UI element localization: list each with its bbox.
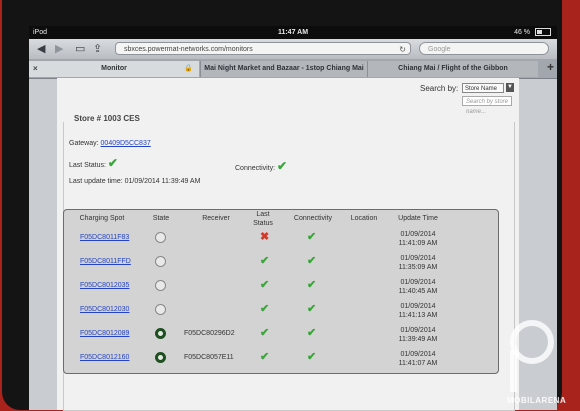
share-icon[interactable]: ⇪	[93, 41, 102, 57]
update-clock: 11:41:13 AM	[398, 312, 438, 319]
cross-icon: ✖	[260, 231, 270, 243]
update-time: 01/09/2014 11:41:13 AM	[388, 302, 448, 320]
update-date: 01/09/2014	[400, 279, 436, 286]
browser-search-input[interactable]: Google	[419, 42, 549, 55]
browser-tabs: × Monitor 🔒 Mai Night Market and Bazaar …	[29, 59, 557, 79]
battery-percent: 46 %	[514, 29, 531, 36]
connectivity-info: Connectivity: ✔	[235, 159, 288, 173]
store-title: Store # 1003 CES	[71, 114, 143, 123]
update-clock: 11:35:09 AM	[398, 264, 438, 271]
forward-arrow-icon[interactable]: ▶	[55, 41, 63, 57]
update-date: 01/09/2014	[400, 351, 436, 358]
search-by-label: Search by:	[420, 84, 459, 93]
charging-spot-link[interactable]: F05DC8012035	[80, 282, 129, 289]
search-by-select[interactable]: Store Name	[462, 83, 504, 93]
receiver-id: F05DC8057E11	[184, 354, 234, 361]
update-date: 01/09/2014	[400, 231, 436, 238]
update-date: 01/09/2014	[400, 327, 436, 334]
state-indicator	[155, 280, 166, 291]
charging-spot-link[interactable]: F05DC8012160	[80, 354, 129, 361]
state-indicator	[155, 352, 166, 363]
tab-night-market[interactable]: Mai Night Market and Bazaar - 1stop Chia…	[200, 61, 367, 77]
charging-spot-link[interactable]: F05DC8011F83	[80, 234, 129, 241]
update-clock: 11:41:09 AM	[398, 240, 438, 247]
close-icon[interactable]: ×	[33, 61, 38, 77]
header-last-status: Last Status	[253, 211, 273, 227]
check-icon: ✔	[260, 279, 270, 291]
connectivity-label: Connectivity:	[235, 165, 276, 172]
bookmarks-icon[interactable]: ▭	[75, 41, 85, 57]
check-icon: ✔	[307, 279, 317, 291]
charging-spots-table: Charging Spot State Receiver Last Status…	[63, 209, 499, 374]
tab-monitor[interactable]: × Monitor 🔒	[29, 61, 199, 77]
charging-spot-link[interactable]: F05DC8012089	[80, 330, 129, 337]
charging-spot-link[interactable]: F05DC8012030	[80, 306, 129, 313]
chevron-down-icon[interactable]: ▼	[506, 83, 514, 92]
status-bar: iPod 11:47 AM 46 %	[29, 26, 557, 39]
update-time: 01/09/2014 11:41:07 AM	[388, 350, 448, 368]
header-update-time: Update Time	[398, 215, 438, 222]
update-date: 01/09/2014	[400, 303, 436, 310]
gateway-info: Gateway: 00409D5CC837	[69, 140, 151, 147]
check-icon: ✔	[260, 327, 270, 339]
check-icon: ✔	[307, 303, 317, 315]
last-update-time: Last update time: 01/09/2014 11:39:49 AM	[69, 178, 201, 185]
check-icon: ✔	[260, 303, 270, 315]
url-field[interactable]: sbxces.powermat-networks.com/monitors ↻	[115, 42, 411, 55]
update-time: 01/09/2014 11:39:49 AM	[388, 326, 448, 344]
check-icon: ✔	[307, 231, 317, 243]
watermark-logo-stem	[510, 350, 517, 392]
battery-icon	[535, 28, 551, 37]
update-time: 01/09/2014 11:35:09 AM	[388, 254, 448, 272]
check-icon: ✔	[260, 255, 270, 267]
check-icon: ✔	[107, 156, 118, 170]
update-clock: 11:39:49 AM	[398, 336, 438, 343]
url-text: sbxces.powermat-networks.com/monitors	[124, 46, 253, 53]
tab-label: Monitor	[101, 65, 127, 72]
update-time: 01/09/2014 11:41:09 AM	[388, 230, 448, 248]
back-arrow-icon[interactable]: ◀	[37, 41, 45, 57]
tab-label: Chiang Mai / Flight of the Gibbon	[398, 65, 508, 72]
new-tab-button[interactable]: +	[547, 60, 554, 74]
tab-flight-of-gibbon[interactable]: Chiang Mai / Flight of the Gibbon	[367, 61, 538, 77]
check-icon: ✔	[307, 255, 317, 267]
update-time: 01/09/2014 11:40:45 AM	[388, 278, 448, 296]
header-charging-spot: Charging Spot	[79, 215, 125, 222]
tab-label: Mai Night Market and Bazaar - 1stop Chia…	[204, 65, 364, 72]
check-icon: ✔	[277, 159, 288, 173]
update-date: 01/09/2014	[400, 255, 436, 262]
receiver-id: F05DC80296D2	[184, 330, 235, 337]
browser-toolbar: ◀ ▶ ▭ ⇪ sbxces.powermat-networks.com/mon…	[29, 39, 557, 60]
update-clock: 11:41:07 AM	[398, 360, 438, 367]
battery-status: 46 %	[514, 26, 551, 39]
watermark-text: MOBILARENA	[507, 396, 567, 405]
status-time: 11:47 AM	[277, 29, 309, 36]
check-icon: ✔	[307, 327, 317, 339]
check-icon: ✔	[260, 351, 270, 363]
last-status-info: Last Status: ✔	[69, 156, 118, 170]
check-icon: ✔	[307, 351, 317, 363]
lock-icon: 🔒	[184, 65, 193, 72]
charging-spot-link[interactable]: F05DC8011FFD	[80, 258, 131, 265]
state-indicator	[155, 232, 166, 243]
gateway-link[interactable]: 00409D5CC837	[101, 140, 151, 147]
monitor-page: Search by: Store Name ▼ Search by store …	[57, 78, 519, 411]
update-clock: 11:40:45 AM	[398, 288, 438, 295]
header-connectivity: Connectivity	[293, 215, 333, 222]
reload-icon[interactable]: ↻	[399, 43, 406, 56]
store-search-input[interactable]: Search by store name...	[462, 96, 512, 115]
header-state: State	[152, 215, 170, 222]
header-location: Location	[350, 215, 378, 222]
state-indicator	[155, 304, 166, 315]
gateway-label: Gateway:	[69, 140, 99, 147]
last-status-label: Last Status:	[69, 162, 106, 169]
state-indicator	[155, 256, 166, 267]
header-receiver: Receiver	[202, 215, 230, 222]
state-indicator	[155, 328, 166, 339]
